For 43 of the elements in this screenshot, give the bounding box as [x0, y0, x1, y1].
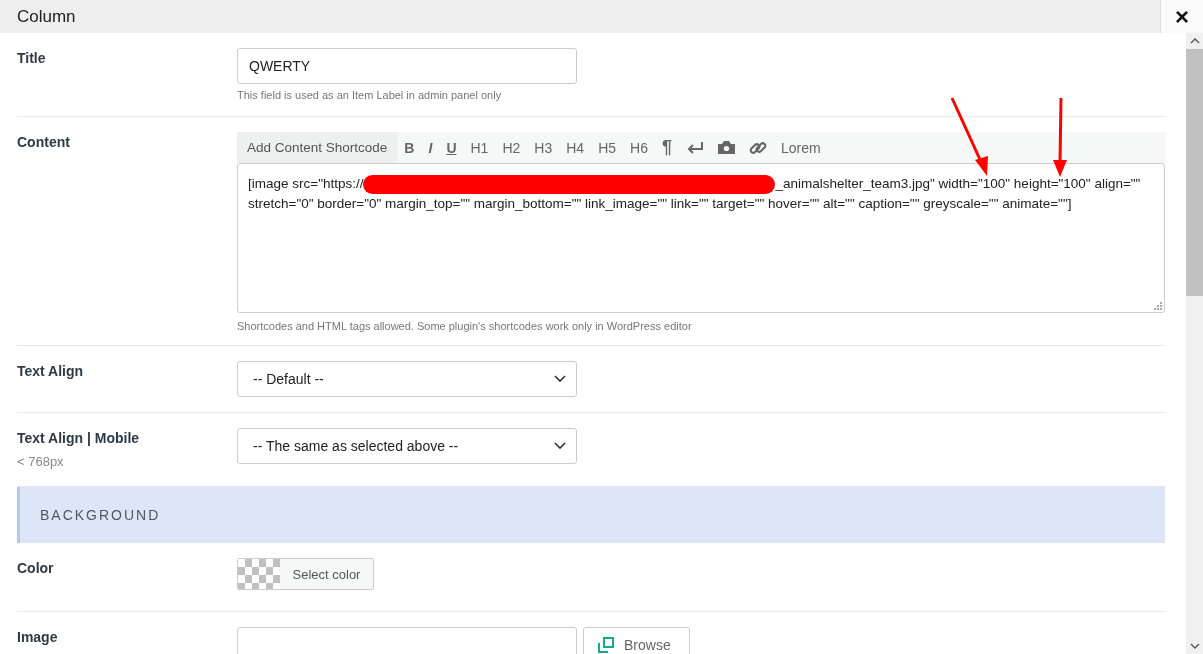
toolbar-button[interactable]: U: [439, 132, 464, 163]
select-field[interactable]: -- The same as selected above --: [237, 428, 577, 464]
chevron-down-icon: [554, 375, 566, 383]
toolbar-button[interactable]: H2: [495, 132, 528, 163]
content-editor[interactable]: [237, 163, 1165, 313]
toolbar-button[interactable]: H1: [463, 132, 496, 163]
toolbar-button[interactable]: I: [421, 132, 440, 163]
window-title: Column: [17, 6, 76, 27]
field-label: Text Align: [17, 363, 85, 379]
scrollbar[interactable]: [1186, 33, 1203, 654]
field-hint: This field is used as an Item Label in admin panel only: [237, 89, 503, 101]
image-url-input[interactable]: [237, 627, 577, 654]
field-label: Image: [17, 629, 59, 645]
title-input[interactable]: QWERTY: [237, 48, 577, 84]
return-icon: [685, 140, 704, 155]
field-sublabel: < 768px: [17, 454, 65, 469]
browse-button[interactable]: Browse: [583, 627, 690, 654]
shortcode-button[interactable]: Add Content Shortcode: [237, 132, 398, 163]
toolbar-button[interactable]: H5: [591, 132, 624, 163]
toolbar-button[interactable]: ¶: [654, 132, 679, 163]
field-label: Text Align | Mobile: [17, 430, 141, 446]
camera-icon: [717, 141, 735, 154]
editor-text: [image src="https://: [248, 175, 364, 193]
field-hint: Shortcodes and HTML tags allowed. Some plugin's shortcodes work only in WordPress editor: [237, 320, 693, 332]
field-label: Content: [17, 134, 71, 150]
toolbar-button[interactable]: H3: [527, 132, 560, 163]
select-field[interactable]: -- Default --: [237, 361, 577, 397]
toolbar-button[interactable]: Lorem: [773, 132, 828, 163]
color-picker-button[interactable]: Select color: [237, 558, 374, 590]
toolbar-button[interactable]: B: [397, 132, 422, 163]
chevron-down-icon: [554, 442, 566, 450]
field-label: Color: [17, 560, 55, 576]
toolbar-button[interactable]: H4: [559, 132, 592, 163]
field-label: Title: [17, 50, 47, 66]
browse-icon: [598, 637, 614, 653]
transparent-swatch-icon: [238, 559, 280, 589]
resize-grip-icon[interactable]: [1154, 302, 1162, 310]
close-button[interactable]: ×: [1160, 0, 1203, 33]
editor-text: _animalshelter_team3.jpg" width="100" height="100" align="": [775, 175, 1141, 193]
editor-text: stretch="0" border="0" margin_top="" margin_bottom="" link_image="" link="" target="" hover="" alt="" caption="" greyscale="" animate=""]: [248, 195, 1072, 213]
section-title: BACKGROUND: [40, 507, 161, 523]
toolbar-button[interactable]: H6: [623, 132, 655, 163]
scroll-thumb[interactable]: [1186, 49, 1203, 296]
